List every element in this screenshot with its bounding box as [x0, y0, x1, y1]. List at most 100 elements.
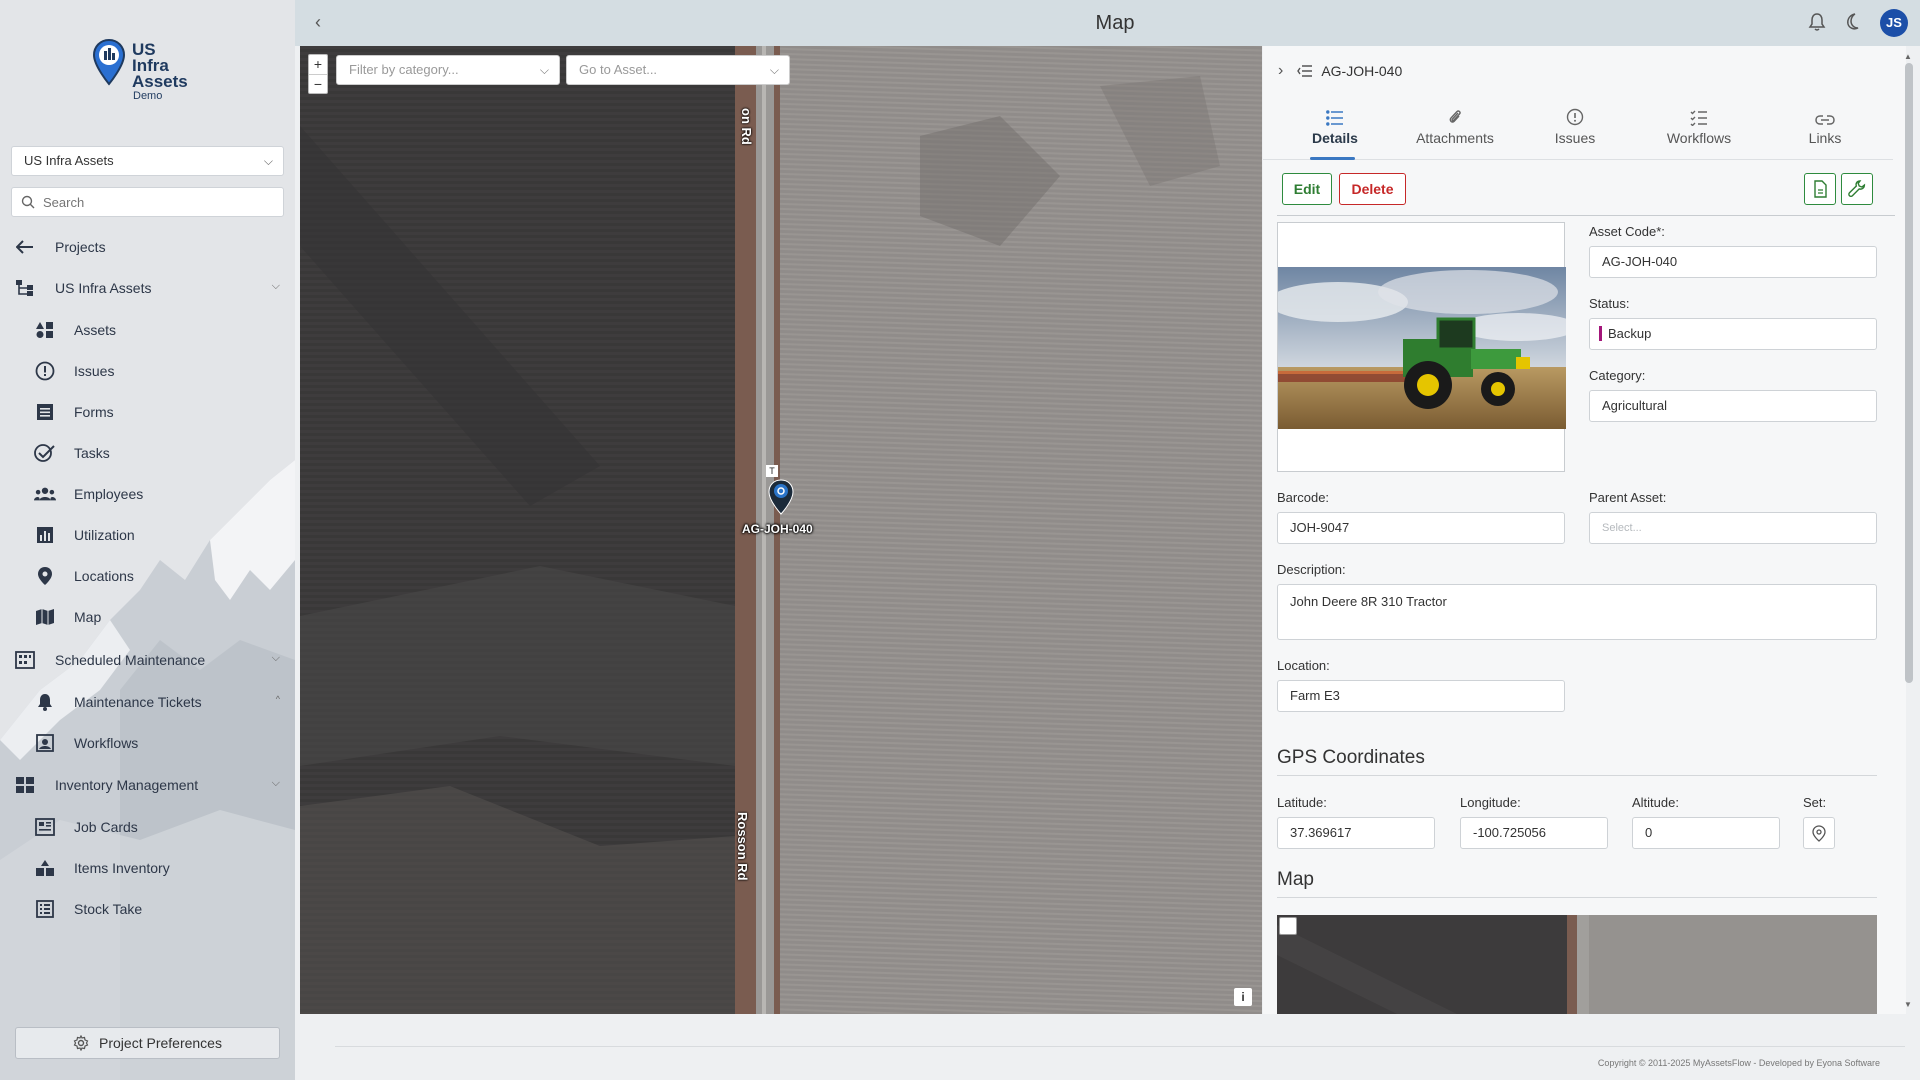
- tab-attachments[interactable]: Attachments: [1395, 96, 1515, 160]
- user-avatar[interactable]: JS: [1880, 9, 1908, 37]
- panel-scrollbar-thumb[interactable]: [1905, 63, 1913, 683]
- nav-group-inventory-management[interactable]: Inventory Management ⌵: [0, 768, 295, 802]
- category-filter-placeholder: Filter by category...: [349, 62, 459, 77]
- asset-code-field[interactable]: AG-JOH-040: [1589, 246, 1877, 278]
- nav-projects[interactable]: Projects: [0, 230, 295, 264]
- asset-marker-pin-icon[interactable]: [768, 479, 794, 515]
- chevron-down-icon: ⌵: [271, 280, 280, 292]
- sidebar-item-employees[interactable]: Employees: [0, 477, 295, 511]
- go-to-asset-select[interactable]: Go to Asset... ⌵: [566, 55, 790, 85]
- set-location-button[interactable]: [1803, 817, 1835, 849]
- location-pin-icon: [1812, 824, 1826, 842]
- nav-group-us-infra-assets[interactable]: US Infra Assets ⌵: [0, 271, 295, 305]
- project-select-value: US Infra Assets: [24, 153, 114, 168]
- workflow-icon: [34, 732, 56, 754]
- chevron-down-icon: ⌵: [539, 63, 549, 77]
- mini-map-imagery: [1277, 915, 1877, 1014]
- bell-icon: [34, 691, 56, 713]
- mini-map[interactable]: [1277, 915, 1877, 1014]
- tab-attachments-label: Attachments: [1416, 130, 1494, 146]
- project-preferences-button[interactable]: Project Preferences: [15, 1027, 280, 1059]
- location-field[interactable]: Farm E3: [1277, 680, 1565, 712]
- sidebar-search[interactable]: [11, 187, 284, 217]
- notification-bell-icon[interactable]: [1808, 12, 1826, 32]
- tab-links[interactable]: Links: [1765, 96, 1885, 160]
- status-value: Backup: [1608, 326, 1652, 341]
- map-info-button[interactable]: i: [1234, 988, 1252, 1006]
- altitude-field[interactable]: 0: [1632, 817, 1780, 849]
- job-card-icon: [34, 816, 56, 838]
- edit-button[interactable]: Edit: [1282, 173, 1332, 205]
- app-logo: US Infra Assets Demo: [92, 38, 222, 108]
- description-textarea[interactable]: John Deere 8R 310 Tractor: [1277, 584, 1877, 640]
- tab-workflows-label: Workflows: [1666, 130, 1732, 146]
- checklist-icon: [1690, 110, 1707, 126]
- zoom-in-button[interactable]: +: [309, 55, 327, 74]
- logo-line-3: Assets: [132, 72, 188, 91]
- sidebar-item-label: Stock Take: [74, 901, 143, 917]
- scroll-down-arrow-icon[interactable]: ▼: [1904, 1000, 1912, 1009]
- zoom-out-button[interactable]: −: [309, 74, 327, 93]
- arrow-left-icon: [14, 236, 36, 258]
- search-input[interactable]: [43, 188, 273, 216]
- shapes-icon: [34, 319, 56, 341]
- sidebar-item-label: Maintenance Tickets: [74, 694, 202, 710]
- page-title: Map: [1095, 12, 1135, 34]
- parent-asset-select[interactable]: Select...: [1589, 512, 1877, 544]
- maintenance-wrench-button[interactable]: [1841, 173, 1873, 205]
- sidebar-item-utilization[interactable]: Utilization: [0, 518, 295, 552]
- sidebar-item-locations[interactable]: Locations: [0, 559, 295, 593]
- print-document-button[interactable]: [1804, 173, 1836, 205]
- building-icon: [14, 649, 36, 671]
- users-icon: [34, 483, 56, 505]
- hierarchy-icon: [14, 277, 36, 299]
- sidebar-item-tasks[interactable]: Tasks: [0, 436, 295, 470]
- project-preferences-label: Project Preferences: [99, 1035, 222, 1051]
- tab-details-label: Details: [1312, 130, 1358, 146]
- sidebar-item-stock-take[interactable]: Stock Take: [0, 892, 295, 926]
- barcode-label: Barcode:: [1277, 490, 1330, 505]
- mini-map-checkbox[interactable]: [1279, 917, 1297, 935]
- road-label-rosson: Rosson Rd: [735, 812, 750, 881]
- collapse-panel-chevron-icon[interactable]: ›: [1278, 62, 1283, 80]
- document-icon: [1814, 180, 1827, 198]
- sidebar-item-maintenance-tickets[interactable]: Maintenance Tickets ^: [0, 685, 295, 719]
- list-indent-icon: [1297, 65, 1313, 77]
- latitude-field[interactable]: 37.369617: [1277, 817, 1435, 849]
- info-circle-icon: [1566, 108, 1584, 126]
- zoom-control: + −: [308, 54, 328, 94]
- map-view[interactable]: + − Filter by category... ⌵ Go to Asset.…: [300, 46, 1262, 1014]
- delete-button[interactable]: Delete: [1339, 173, 1406, 205]
- sidebar-item-job-cards[interactable]: Job Cards: [0, 810, 295, 844]
- paperclip-icon: [1449, 110, 1461, 123]
- tab-issues[interactable]: Issues: [1515, 96, 1635, 160]
- category-label: Category:: [1589, 368, 1646, 383]
- sidebar-item-label: Utilization: [74, 527, 135, 543]
- status-select[interactable]: Backup: [1589, 318, 1877, 350]
- tab-workflows[interactable]: Workflows: [1639, 96, 1759, 160]
- tab-details[interactable]: Details: [1275, 96, 1395, 160]
- sidebar-item-assets[interactable]: Assets: [0, 313, 295, 347]
- longitude-field[interactable]: -100.725056: [1460, 817, 1608, 849]
- sidebar-item-map[interactable]: Map: [0, 600, 295, 634]
- wrench-icon: [1848, 180, 1866, 197]
- sidebar-item-label: Job Cards: [74, 819, 138, 835]
- nav-group-scheduled-maintenance[interactable]: Scheduled Maintenance ⌵: [0, 643, 295, 677]
- sidebar-item-workflows[interactable]: Workflows: [0, 726, 295, 760]
- project-select[interactable]: US Infra Assets ⌵: [11, 146, 284, 176]
- dark-mode-moon-icon[interactable]: [1843, 12, 1861, 32]
- sidebar-item-issues[interactable]: Issues: [0, 354, 295, 388]
- longitude-label: Longitude:: [1460, 795, 1521, 810]
- sidebar-item-label: Assets: [74, 322, 117, 338]
- map-section-divider: [1277, 897, 1877, 898]
- category-filter-select[interactable]: Filter by category... ⌵: [336, 55, 560, 85]
- category-field[interactable]: Agricultural: [1589, 390, 1877, 422]
- footer-divider: [335, 1046, 1905, 1047]
- nav-group-label: US Infra Assets: [55, 280, 152, 296]
- sidebar-item-forms[interactable]: Forms: [0, 395, 295, 429]
- sidebar-item-items-inventory[interactable]: Items Inventory: [0, 851, 295, 885]
- grid-icon: [14, 774, 36, 796]
- barcode-field[interactable]: JOH-9047: [1277, 512, 1565, 544]
- alert-circle-icon: [34, 360, 56, 382]
- asset-photo-frame[interactable]: [1277, 222, 1566, 472]
